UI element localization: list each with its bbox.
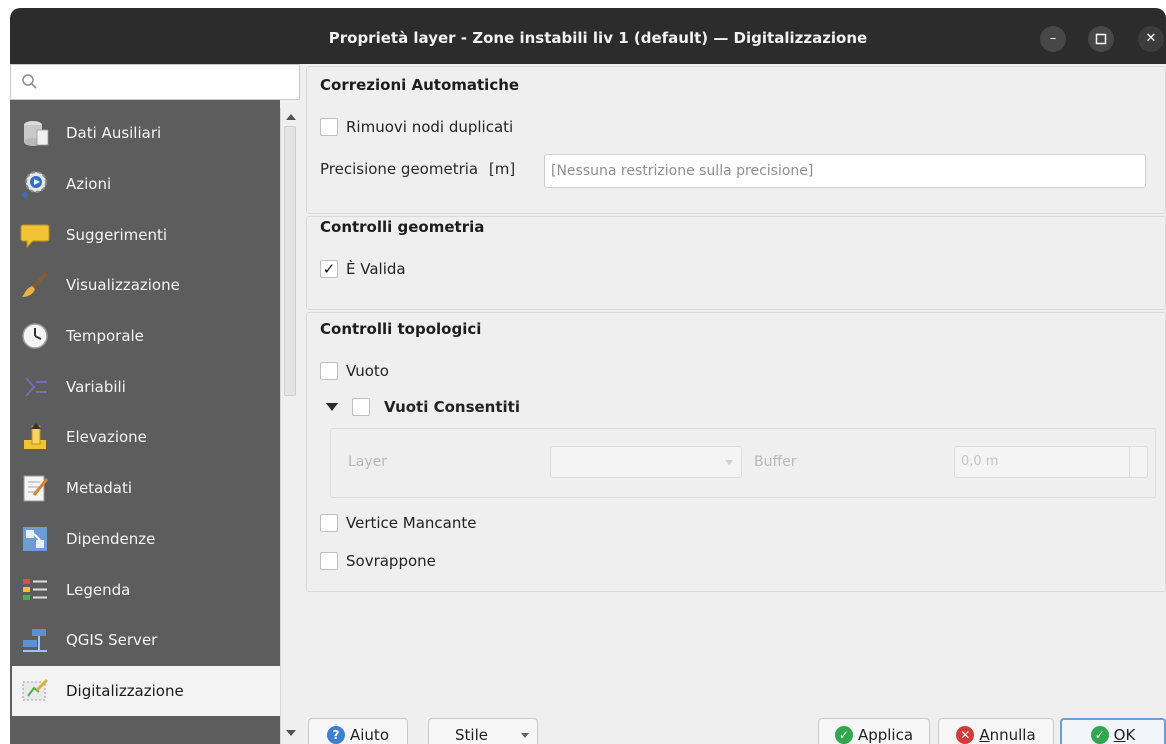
collapse-arrow-icon[interactable] xyxy=(326,403,338,411)
remove-duplicates-row[interactable]: Rimuovi nodi duplicati xyxy=(320,118,513,136)
sidebar-item-label: Legenda xyxy=(66,580,131,599)
maximize-icon xyxy=(1095,33,1107,45)
style-button[interactable]: Stile xyxy=(428,718,538,744)
metadata-icon xyxy=(18,471,52,505)
sidebar-item-suggerimenti[interactable]: Suggerimenti xyxy=(10,209,280,260)
gaps-buffer-spinbox[interactable]: 0,0 m xyxy=(954,446,1148,478)
spin-arrows-icon[interactable] xyxy=(1129,447,1147,477)
empty-row[interactable]: Vuoto xyxy=(320,362,389,380)
sidebar-item-label: Dipendenze xyxy=(66,529,156,548)
sidebar-item-label: Suggerimenti xyxy=(66,225,168,244)
empty-checkbox[interactable] xyxy=(320,362,338,380)
sidebar-item-label: Azioni xyxy=(66,175,112,194)
legend-icon xyxy=(18,573,52,607)
window-title: Proprietà layer - Zone instabili liv 1 (… xyxy=(328,29,868,47)
sidebar-item-legenda[interactable]: Legenda xyxy=(10,564,280,615)
cancel-icon: ✕ xyxy=(956,726,975,744)
help-button[interactable]: ? Aiuto xyxy=(308,718,408,744)
sidebar-item-azioni[interactable]: Azioni xyxy=(10,159,280,210)
ok-button[interactable]: ✓ OK xyxy=(1060,718,1166,744)
speech-bubble-icon xyxy=(18,218,52,252)
maximize-button[interactable] xyxy=(1088,26,1114,52)
automatic-corrections-title: Correzioni Automatiche xyxy=(320,76,520,94)
sidebar-item-label: Digitalizzazione xyxy=(66,681,184,700)
scroll-thumb[interactable] xyxy=(284,126,296,396)
sidebar-item-dati-ausiliari[interactable]: Dati Ausiliari xyxy=(10,108,280,159)
sidebar-item-temporale[interactable]: Temporale xyxy=(10,311,280,362)
paintbrush-icon xyxy=(18,268,52,302)
sidebar: Dati Ausiliari Azioni Suggerimenti Visua… xyxy=(10,64,300,744)
sidebar-item-dipendenze[interactable]: Dipendenze xyxy=(10,514,280,565)
checkmark-icon: ✓ xyxy=(1090,726,1109,744)
overlaps-checkbox[interactable] xyxy=(320,552,338,570)
missing-vertex-label: Vertice Mancante xyxy=(346,514,477,532)
sidebar-nav: Dati Ausiliari Azioni Suggerimenti Visua… xyxy=(10,108,280,717)
sidebar-item-metadati[interactable]: Metadati xyxy=(10,463,280,514)
is-valid-label: È Valida xyxy=(346,260,406,278)
overlaps-row[interactable]: Sovrappone xyxy=(320,552,436,570)
geometry-checks-title: Controlli geometria xyxy=(320,218,485,236)
sidebar-item-digitalizzazione[interactable]: Digitalizzazione xyxy=(12,665,280,717)
sidebar-search[interactable] xyxy=(10,64,300,100)
missing-vertex-row[interactable]: Vertice Mancante xyxy=(320,514,476,532)
sidebar-item-label: Elevazione xyxy=(66,428,147,447)
dropdown-arrow-icon xyxy=(521,733,529,738)
sidebar-item-visualizzazione[interactable]: Visualizzazione xyxy=(10,260,280,311)
sidebar-item-elevazione[interactable]: Elevazione xyxy=(10,412,280,463)
empty-label: Vuoto xyxy=(346,362,389,380)
gaps-layer-label: Layer xyxy=(348,454,388,470)
is-valid-checkbox[interactable]: ✓ xyxy=(320,260,338,278)
allowed-gaps-label: Vuoti Consentiti xyxy=(384,398,520,416)
close-button[interactable]: ✕ xyxy=(1138,26,1164,52)
sidebar-item-qgis-server[interactable]: QGIS Server xyxy=(10,615,280,666)
dependencies-icon xyxy=(18,522,52,556)
database-icon xyxy=(18,116,52,150)
elevation-icon xyxy=(18,420,52,454)
gear-icon xyxy=(18,167,52,201)
allowed-gaps-checkbox[interactable] xyxy=(352,398,370,416)
sidebar-item-label: Visualizzazione xyxy=(66,276,180,295)
sidebar-item-variabili[interactable]: Variabili xyxy=(10,361,280,412)
sidebar-item-label: Dati Ausiliari xyxy=(66,124,162,143)
scroll-down-arrow-icon[interactable] xyxy=(286,730,296,736)
main-scrollbar[interactable] xyxy=(280,108,300,744)
cancel-button[interactable]: ✕ Annulla xyxy=(938,718,1054,744)
topology-checks-title: Controlli topologici xyxy=(320,320,482,338)
allowed-gaps-row[interactable]: Vuoti Consentiti xyxy=(326,398,520,416)
remove-duplicates-label: Rimuovi nodi duplicati xyxy=(346,118,514,136)
help-icon: ? xyxy=(327,726,345,744)
scroll-up-arrow-icon[interactable] xyxy=(286,114,296,120)
clock-icon xyxy=(18,319,52,353)
dropdown-arrow-icon xyxy=(725,460,733,465)
sidebar-item-label: Metadati xyxy=(66,479,133,498)
server-icon xyxy=(18,623,52,657)
gaps-layer-combo[interactable] xyxy=(550,446,742,478)
digitizing-icon xyxy=(18,674,52,708)
remove-duplicates-checkbox[interactable] xyxy=(320,118,338,136)
digitizing-panel: Correzioni Automatiche Rimuovi nodi dupl… xyxy=(300,64,1166,694)
search-icon xyxy=(22,74,37,89)
gaps-buffer-label: Buffer xyxy=(754,454,797,470)
variables-icon xyxy=(18,370,52,404)
apply-button[interactable]: ✓ Applica xyxy=(818,718,930,744)
precision-label: Precisione geometria [m] xyxy=(320,160,516,178)
title-bar[interactable]: Proprietà layer - Zone instabili liv 1 (… xyxy=(10,8,1166,64)
sidebar-item-label: Variabili xyxy=(66,377,126,396)
sidebar-item-label: QGIS Server xyxy=(66,631,158,650)
overlaps-label: Sovrappone xyxy=(346,552,436,570)
checkmark-icon: ✓ xyxy=(834,726,853,744)
precision-input[interactable] xyxy=(544,154,1146,188)
is-valid-row[interactable]: ✓ È Valida xyxy=(320,260,406,278)
layer-properties-window: Proprietà layer - Zone instabili liv 1 (… xyxy=(10,8,1166,744)
sidebar-item-label: Temporale xyxy=(66,327,144,346)
missing-vertex-checkbox[interactable] xyxy=(320,514,338,532)
minimize-button[interactable]: – xyxy=(1040,26,1066,52)
